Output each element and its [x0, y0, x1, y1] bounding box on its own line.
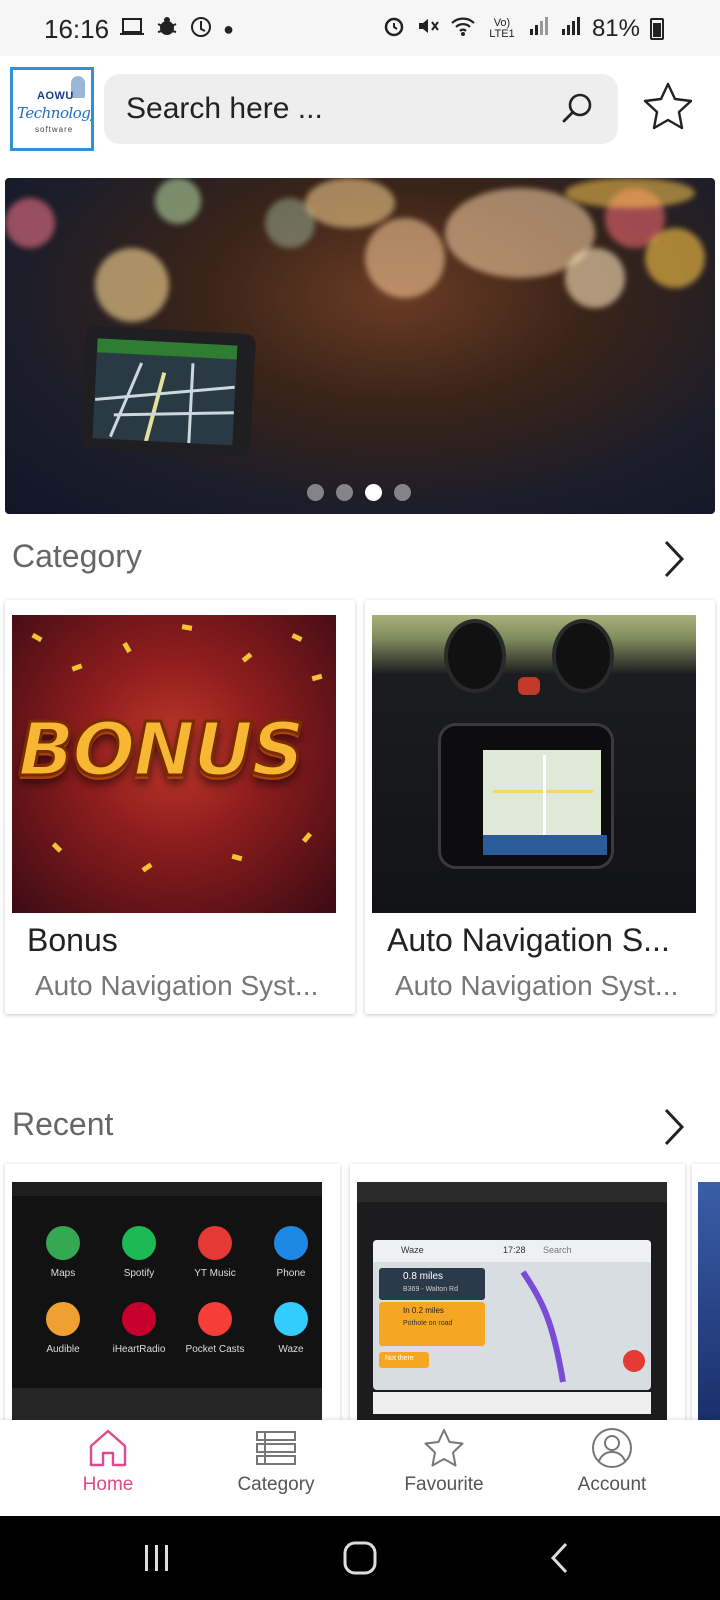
- bokeh-light: [565, 248, 625, 308]
- car-dashboard-image: [372, 615, 696, 913]
- bokeh-light: [365, 218, 445, 298]
- laptop-icon: [119, 16, 145, 44]
- list-icon: [256, 1431, 296, 1465]
- bonus-image: BONUS: [12, 615, 336, 913]
- carousel-dot-active[interactable]: [365, 484, 382, 501]
- recent-section-title: Recent: [12, 1106, 114, 1142]
- battery-percent: 81%: [591, 15, 640, 42]
- waze-road1: B369 - Walton Rd: [403, 1286, 458, 1293]
- battery-icon: [650, 18, 664, 40]
- alarm-icon: [382, 14, 406, 44]
- category-section-title: Category: [12, 538, 142, 574]
- category-card-title: Auto Navigation S...: [387, 922, 670, 958]
- category-card-subtitle: Auto Navigation Syst...: [395, 970, 679, 1001]
- waze-time: 17:28: [503, 1245, 526, 1255]
- yt-music-app-tile: YT Music: [180, 1226, 250, 1279]
- favourite-star-button[interactable]: [640, 80, 696, 136]
- nav-account-label: Account: [577, 1474, 647, 1495]
- category-card-title: Bonus: [27, 922, 118, 958]
- status-time: 16:16: [44, 14, 110, 44]
- bokeh-light: [565, 178, 695, 208]
- category-more-chevron-icon[interactable]: [656, 538, 690, 580]
- waze-road2: Pothole on road: [403, 1320, 453, 1327]
- map-screen: [480, 747, 607, 855]
- nav-home-label: Home: [82, 1474, 134, 1495]
- signal-icon: [528, 15, 550, 43]
- nav-favourite-label: Favourite: [404, 1474, 484, 1495]
- waze-app-label: Waze: [401, 1245, 424, 1255]
- search-placeholder: Search here ...: [126, 92, 323, 125]
- carousel-indicator: [307, 484, 411, 501]
- carousel-dot[interactable]: [307, 484, 324, 501]
- iheartradio-app-tile: iHeartRadio: [104, 1302, 174, 1355]
- phone-app-tile: Phone: [256, 1226, 322, 1279]
- search-icon[interactable]: [560, 90, 596, 126]
- bokeh-light: [305, 178, 395, 228]
- bokeh-light: [95, 248, 169, 322]
- home-system-icon[interactable]: [342, 1540, 378, 1576]
- waze-app-tile: Waze: [256, 1302, 322, 1355]
- mute-icon: [416, 14, 440, 44]
- carousel-dot[interactable]: [394, 484, 411, 501]
- waze-screen-image: Waze 17:28 Search 0.8 miles B369 - Walto…: [357, 1182, 667, 1422]
- nav-favourite[interactable]: Favourite: [374, 1426, 514, 1496]
- bug-icon: [155, 15, 179, 45]
- nav-home[interactable]: Home: [38, 1426, 178, 1496]
- bonus-image-text: BONUS: [17, 706, 307, 795]
- recent-card-partial[interactable]: [692, 1164, 720, 1422]
- category-card-subtitle: Auto Navigation Syst...: [35, 970, 319, 1001]
- back-icon[interactable]: [548, 1540, 572, 1576]
- app-logo[interactable]: AOWU Technology software: [10, 67, 94, 151]
- waze-distance2: In 0.2 miles: [403, 1306, 444, 1315]
- volte-label: Vo) LTE1: [489, 17, 515, 40]
- nav-account[interactable]: Account: [542, 1426, 682, 1496]
- waze-action: Not there: [385, 1355, 414, 1362]
- bottom-navigation: Home Category Favourite Account: [0, 1420, 720, 1516]
- bokeh-light: [645, 228, 705, 288]
- wifi-icon: [450, 15, 476, 43]
- nav-category[interactable]: Category: [206, 1426, 346, 1496]
- bokeh-light: [155, 178, 201, 224]
- star-icon: [424, 1429, 464, 1467]
- recent-card-android-auto[interactable]: Maps Spotify YT Music Phone Audible iHea…: [5, 1164, 340, 1422]
- waze-distance1: 0.8 miles: [403, 1271, 444, 1282]
- logo-line2: Technology: [17, 104, 94, 122]
- data-saver-icon: [189, 15, 213, 45]
- notification-dot-icon: ●: [223, 19, 234, 39]
- signal-roaming-icon: [560, 15, 582, 43]
- app-header: AOWU Technology software Search here ...: [0, 56, 720, 166]
- carousel-dot[interactable]: [336, 484, 353, 501]
- category-card-bonus[interactable]: BONUS Bonus Auto Navigation Syst...: [5, 600, 355, 1014]
- recent-apps-icon[interactable]: [142, 1542, 172, 1574]
- maps-app-tile: Maps: [28, 1226, 98, 1279]
- system-navigation-bar: [0, 1516, 720, 1600]
- waze-search: Search: [543, 1245, 572, 1255]
- home-icon: [89, 1429, 127, 1467]
- logo-line3: software: [35, 125, 74, 134]
- logo-line1: AOWU: [37, 90, 74, 102]
- pocket-casts-app-tile: Pocket Casts: [180, 1302, 250, 1355]
- banner-carousel[interactable]: [5, 178, 715, 514]
- status-bar: 16:16 ● Vo) LTE1 81%: [0, 0, 720, 56]
- gps-device-image: [79, 325, 257, 457]
- nav-category-label: Category: [237, 1474, 315, 1495]
- bokeh-light: [5, 198, 55, 248]
- audible-app-tile: Audible: [28, 1302, 98, 1355]
- category-card-auto-navigation[interactable]: Auto Navigation S... Auto Navigation Sys…: [365, 600, 715, 1014]
- spotify-app-tile: Spotify: [104, 1226, 174, 1279]
- android-auto-image: Maps Spotify YT Music Phone Audible iHea…: [12, 1182, 322, 1422]
- recent-card-waze[interactable]: Waze 17:28 Search 0.8 miles B369 - Walto…: [350, 1164, 685, 1422]
- account-icon: [592, 1428, 632, 1468]
- recent-more-chevron-icon[interactable]: [656, 1106, 690, 1148]
- search-input[interactable]: Search here ...: [104, 74, 618, 144]
